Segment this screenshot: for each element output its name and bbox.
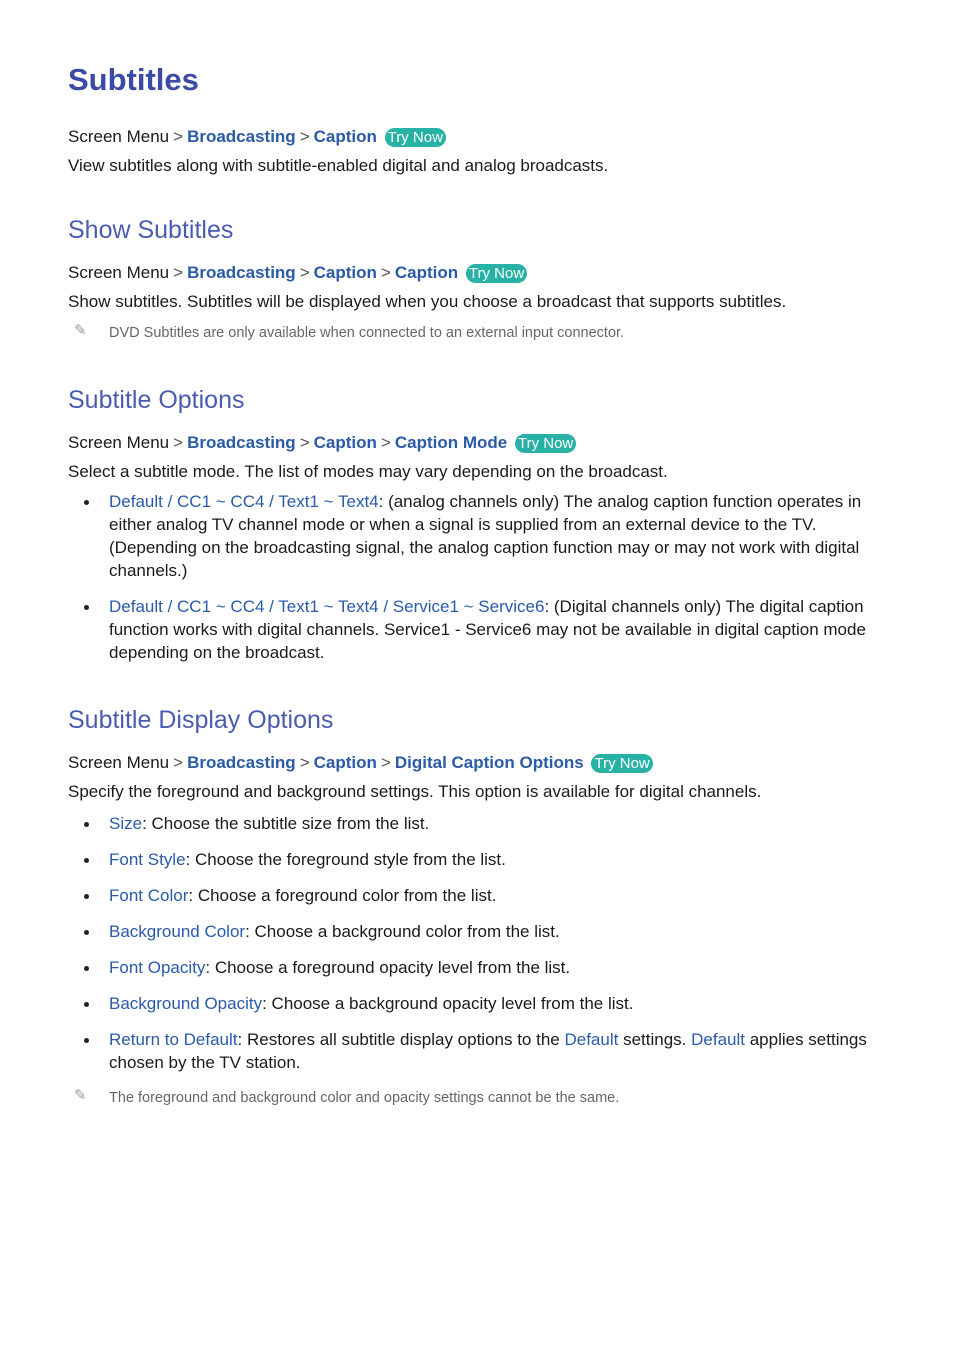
- option-term: Font Opacity: [109, 958, 206, 977]
- breadcrumb: Screen Menu > Broadcasting > Caption > Caption…: [68, 433, 577, 453]
- mode-list: Default / CC1 ~ CC4 / Text1 ~ Text4: (an…: [68, 490, 878, 664]
- section-heading: Subtitle Display Options: [68, 706, 334, 734]
- try-now-button[interactable]: Try Now: [384, 128, 446, 147]
- try-now-button[interactable]: Try Now: [514, 434, 577, 453]
- option-term: Return to Default: [109, 1030, 238, 1049]
- crumb-screen-menu: Screen Menu: [68, 753, 170, 772]
- chevron-right-icon: >: [299, 263, 310, 282]
- crumb-caption-mode[interactable]: Caption Mode: [395, 433, 507, 452]
- list-item: Font Style: Choose the foreground style …: [68, 848, 878, 871]
- option-term: Size: [109, 814, 143, 833]
- crumb-caption[interactable]: Caption: [395, 263, 458, 282]
- crumb-caption[interactable]: Caption: [314, 263, 377, 282]
- list-item: Font Color: Choose a foreground color fr…: [68, 884, 878, 907]
- page-title: Subtitles: [68, 62, 199, 97]
- mode-terms: Default / CC1 ~ CC4 / Text1 ~ Text4: [109, 492, 379, 511]
- crumb-screen-menu: Screen Menu: [68, 263, 170, 282]
- crumb-screen-menu: Screen Menu: [68, 127, 170, 146]
- mode-terms: Default / CC1 ~ CC4 / Text1 ~ Text4 / Se…: [109, 597, 545, 616]
- list-item: Size: Choose the subtitle size from the …: [68, 812, 878, 835]
- note-text: The foreground and background color and …: [109, 1090, 620, 1106]
- option-desc: : Choose the subtitle size from the list…: [142, 814, 430, 833]
- chevron-right-icon: >: [299, 753, 310, 772]
- option-desc: : Choose a foreground opacity level from…: [205, 958, 571, 977]
- option-desc: settings.: [618, 1030, 692, 1049]
- list-item: Default / CC1 ~ CC4 / Text1 ~ Text4 / Se…: [68, 595, 878, 664]
- try-now-button[interactable]: Try Now: [465, 264, 528, 283]
- list-item: Default / CC1 ~ CC4 / Text1 ~ Text4: (an…: [68, 490, 878, 582]
- crumb-broadcasting[interactable]: Broadcasting: [187, 263, 296, 282]
- pencil-icon: ✎: [74, 322, 87, 339]
- display-option-list: Size: Choose the subtitle size from the …: [68, 812, 878, 1074]
- section-text: Select a subtitle mode. The list of mode…: [68, 462, 668, 481]
- option-term: Background Opacity: [109, 994, 263, 1013]
- note: ✎ The foreground and background color an…: [68, 1087, 878, 1106]
- pencil-icon: ✎: [74, 1087, 87, 1104]
- intro-text: View subtitles along with subtitle-enabl…: [68, 156, 609, 175]
- chevron-right-icon: >: [173, 263, 184, 282]
- list-item: Font Opacity: Choose a foreground opacit…: [68, 956, 878, 979]
- section-heading: Subtitle Options: [68, 386, 245, 414]
- list-item: Background Color: Choose a background co…: [68, 920, 878, 943]
- crumb-broadcasting[interactable]: Broadcasting: [187, 127, 296, 146]
- chevron-right-icon: >: [173, 753, 184, 772]
- list-item: Return to Default: Restores all subtitle…: [68, 1028, 878, 1074]
- option-term: Default: [564, 1030, 619, 1049]
- breadcrumb: Screen Menu > Broadcasting > Caption Try Now: [68, 127, 446, 147]
- note: ✎ DVD Subtitles are only available when …: [68, 322, 878, 341]
- option-desc: : Choose the foreground style from the l…: [185, 850, 506, 869]
- option-term: Background Color: [109, 922, 246, 941]
- breadcrumb: Screen Menu > Broadcasting > Caption > Digital…: [68, 753, 653, 773]
- note-text: DVD Subtitles are only available when co…: [109, 325, 625, 341]
- option-term: Default: [691, 1030, 745, 1049]
- crumb-digital-caption-options[interactable]: Digital Caption Options: [395, 753, 584, 772]
- chevron-right-icon: >: [380, 433, 391, 452]
- option-desc: : Restores all subtitle display options …: [237, 1030, 565, 1049]
- option-desc: : Choose a foreground color from the lis…: [188, 886, 497, 905]
- breadcrumb: Screen Menu > Broadcasting > Caption > Caption…: [68, 263, 528, 283]
- chevron-right-icon: >: [299, 433, 310, 452]
- chevron-right-icon: >: [299, 127, 310, 146]
- crumb-caption[interactable]: Caption: [314, 753, 377, 772]
- crumb-screen-menu: Screen Menu: [68, 433, 170, 452]
- crumb-caption[interactable]: Caption: [314, 127, 377, 146]
- crumb-broadcasting[interactable]: Broadcasting: [187, 433, 296, 452]
- chevron-right-icon: >: [380, 263, 391, 282]
- section-text: Show subtitles. Subtitles will be displa…: [68, 292, 787, 311]
- option-desc: : Choose a background color from the lis…: [245, 922, 560, 941]
- list-item: Background Opacity: Choose a background …: [68, 992, 878, 1015]
- option-term: Font Color: [109, 886, 189, 905]
- chevron-right-icon: >: [173, 433, 184, 452]
- chevron-right-icon: >: [173, 127, 184, 146]
- try-now-button[interactable]: Try Now: [591, 754, 653, 773]
- section-heading: Show Subtitles: [68, 216, 234, 244]
- crumb-broadcasting[interactable]: Broadcasting: [187, 753, 296, 772]
- crumb-caption[interactable]: Caption: [314, 433, 377, 452]
- chevron-right-icon: >: [380, 753, 391, 772]
- option-term: Font Style: [109, 850, 186, 869]
- option-desc: : Choose a background opacity level from…: [262, 994, 634, 1013]
- section-text: Specify the foreground and background se…: [68, 782, 762, 801]
